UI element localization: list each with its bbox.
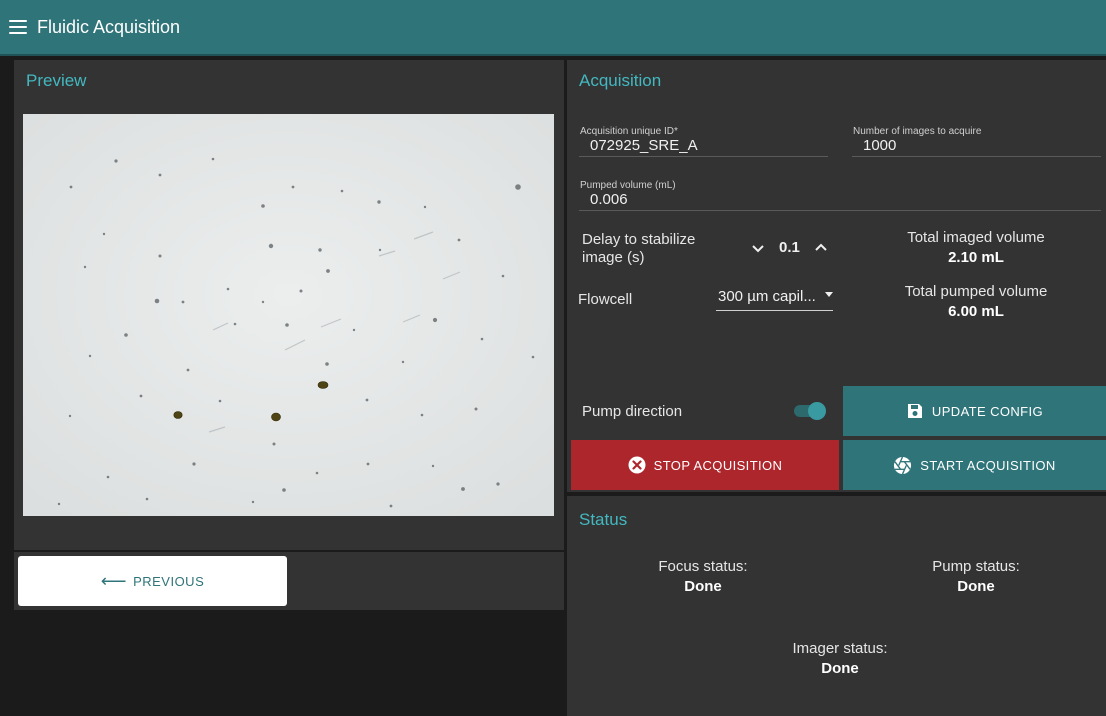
menu-icon[interactable] — [9, 20, 27, 34]
imager-status: Imager status: Done — [740, 639, 940, 679]
arrow-left-icon: ⟵ — [100, 570, 128, 591]
previous-label: PREVIOUS — [133, 573, 205, 589]
pumped-volume-field[interactable]: Pumped volume (mL) 0.006 — [579, 180, 1101, 211]
pumped-volume-value[interactable]: 0.006 — [590, 191, 628, 208]
num-images-label: Number of images to acquire — [853, 126, 982, 137]
status-title: Status — [579, 510, 628, 529]
flowcell-select[interactable]: 300 µm capil... — [716, 288, 833, 311]
total-imaged-volume: Total imaged volume 2.10 mL — [876, 228, 1076, 268]
delay-label-line2: image (s) — [582, 249, 645, 266]
update-config-button[interactable]: UPDATE CONFIG — [843, 386, 1106, 436]
update-config-label: UPDATE CONFIG — [931, 403, 1044, 419]
start-acquisition-label: START ACQUISITION — [920, 457, 1056, 473]
acquisition-panel: Acquisition Acquisition unique ID* 07292… — [567, 60, 1106, 492]
app-bar: Fluidic Acquisition — [0, 0, 1106, 56]
pump-status-label: Pump status: — [932, 558, 1020, 575]
pumped-volume-label: Pumped volume (mL) — [580, 180, 676, 191]
cancel-circle-icon — [628, 456, 646, 474]
focus-status-value: Done — [684, 578, 722, 595]
flowcell-value: 300 µm capil... — [718, 288, 816, 305]
acquisition-id-field[interactable]: Acquisition unique ID* 072925_SRE_A — [579, 126, 828, 157]
acquisition-id-label: Acquisition unique ID* — [580, 126, 678, 137]
focus-status-label: Focus status: — [658, 558, 748, 575]
imager-status-value: Done — [821, 660, 859, 677]
total-pumped-label: Total pumped volume — [904, 283, 1048, 300]
pump-status-value: Done — [957, 578, 995, 595]
chevron-up-icon[interactable] — [814, 241, 828, 255]
status-panel: Status Focus status: Done Pump status: D… — [567, 496, 1106, 716]
num-images-field[interactable]: Number of images to acquire 1000 — [852, 126, 1101, 157]
total-imaged-value: 2.10 mL — [948, 249, 1004, 266]
delay-label-line1: Delay to stabilize — [582, 231, 696, 248]
save-icon — [907, 404, 922, 418]
preview-panel: Preview — [14, 60, 564, 550]
start-acquisition-button[interactable]: START ACQUISITION — [843, 440, 1106, 490]
preview-actions: ⟵ PREVIOUS — [14, 552, 564, 610]
dropdown-caret-icon — [825, 292, 833, 297]
total-pumped-value: 6.00 mL — [948, 303, 1004, 320]
acquisition-title: Acquisition — [579, 71, 662, 90]
delay-label: Delay to stabilize image (s) — [582, 231, 695, 267]
preview-image — [23, 114, 554, 516]
pump-direction-label: Pump direction — [582, 403, 683, 420]
stop-acquisition-label: STOP ACQUISITION — [653, 457, 783, 473]
chevron-down-icon[interactable] — [751, 241, 765, 255]
num-images-value[interactable]: 1000 — [863, 137, 896, 154]
preview-title: Preview — [26, 71, 87, 90]
app-title: Fluidic Acquisition — [37, 16, 181, 37]
camera-shutter-icon — [894, 456, 912, 474]
previous-button[interactable]: ⟵ PREVIOUS — [18, 556, 287, 606]
pump-direction-toggle[interactable] — [792, 401, 826, 421]
microscope-frame — [23, 114, 554, 516]
imager-status-label: Imager status: — [792, 640, 888, 657]
stop-acquisition-button[interactable]: STOP ACQUISITION — [571, 440, 839, 490]
focus-status: Focus status: Done — [603, 557, 803, 597]
pump-status: Pump status: Done — [876, 557, 1076, 597]
total-pumped-volume: Total pumped volume 6.00 mL — [876, 282, 1076, 322]
flowcell-label: Flowcell — [578, 291, 633, 308]
acquisition-id-value[interactable]: 072925_SRE_A — [590, 137, 698, 154]
total-imaged-label: Total imaged volume — [907, 229, 1045, 246]
delay-value: 0.1 — [779, 239, 800, 256]
toggle-thumb — [808, 402, 826, 420]
